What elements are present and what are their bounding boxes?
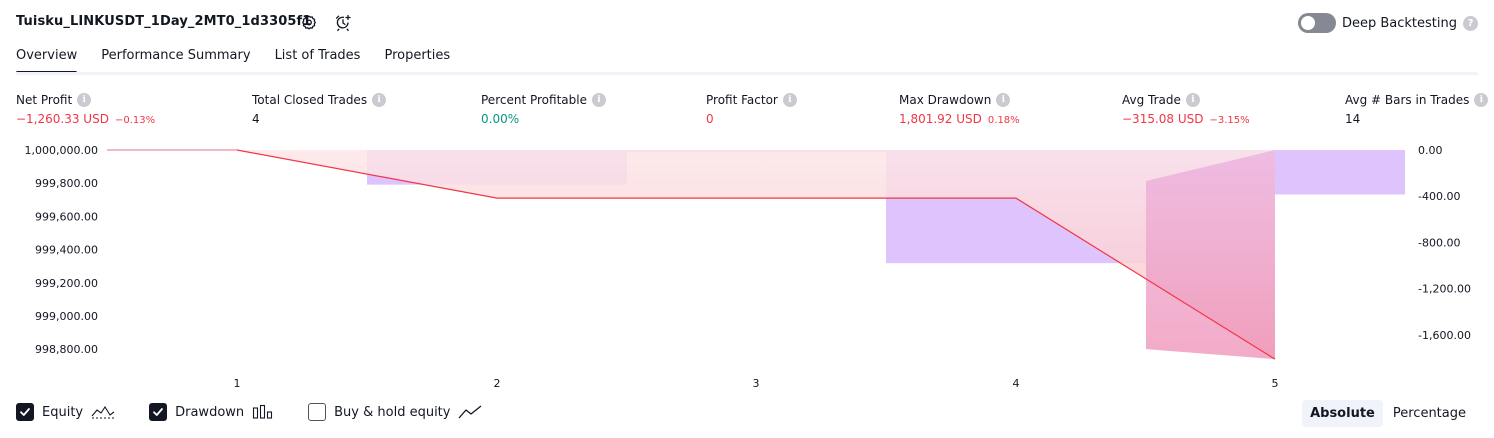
check-icon (20, 408, 30, 416)
settings-button[interactable] (299, 13, 319, 33)
metric-label: Total Closed Trades (252, 93, 368, 107)
strategy-title: Tuisku_LINKUSDT_1Day_2MT0_1d3305f1 (16, 14, 312, 29)
x-axis-tick-label: 1 (234, 377, 241, 390)
info-icon[interactable]: i (77, 93, 92, 107)
metric-total-closed-trades: Total Closed Trades i 4 (252, 93, 387, 126)
metric-percent-profitable: Percent Profitable i 0.00% (481, 93, 606, 126)
right-axis-tick-label: -1,200.00 (1418, 283, 1471, 296)
tabs-divider (16, 72, 1478, 75)
metric-avg-bars: Avg # Bars in Trades i 14 (1345, 93, 1489, 126)
chart-legend: Equity Drawdown Buy & hold equity (16, 403, 482, 421)
left-axis-tick-label: 999,400.00 (35, 244, 98, 257)
legend-label: Drawdown (175, 404, 245, 420)
info-icon[interactable]: i (782, 93, 797, 107)
percentage-button[interactable]: Percentage (1385, 400, 1474, 427)
metric-label: Avg # Bars in Trades (1345, 93, 1470, 107)
right-axis-tick-label: -400.00 (1418, 190, 1460, 203)
absolute-button[interactable]: Absolute (1302, 400, 1383, 427)
left-axis-tick-label: 999,000.00 (35, 310, 98, 323)
x-axis-tick-label: 3 (753, 377, 760, 390)
tab-performance-summary[interactable]: Performance Summary (101, 48, 250, 71)
metric-label: Net Profit (16, 93, 73, 107)
legend-label: Equity (42, 404, 84, 420)
info-icon[interactable]: i (1474, 93, 1489, 107)
metric-max-drawdown: Max Drawdown i 1,801.92 USD 0.18% (899, 93, 1020, 126)
left-axis-labels: 1,000,000.00 999,800.00 999,600.00 999,400.… (25, 144, 98, 356)
left-axis-tick-label: 1,000,000.00 (25, 144, 98, 157)
info-icon[interactable]: i (372, 93, 387, 107)
legend-equity[interactable]: Equity (16, 403, 115, 421)
metric-value: 14 (1345, 112, 1361, 126)
metric-value: 1,801.92 USD (899, 112, 982, 126)
check-icon (153, 408, 164, 416)
metric-sub: −0.13% (114, 115, 156, 126)
x-axis-tick-label: 5 (1272, 377, 1279, 390)
metric-value: 0 (706, 112, 714, 126)
right-axis-tick-label: -1,600.00 (1418, 329, 1471, 342)
right-axis-labels: 0.00 -400.00 -800.00 -1,200.00 -1,600.00 (1418, 144, 1471, 342)
gear-icon (302, 15, 316, 30)
deep-backtesting-control: Deep Backtesting ? (1297, 13, 1478, 33)
question-icon[interactable]: ? (1463, 15, 1478, 31)
right-axis-tick-label: 0.00 (1418, 144, 1443, 157)
checkbox-equity[interactable] (16, 403, 34, 421)
metric-avg-trade: Avg Trade i −315.08 USD −3.15% (1122, 93, 1250, 126)
metric-label: Profit Factor (706, 93, 778, 107)
metric-label: Max Drawdown (899, 93, 992, 107)
legend-buy-hold[interactable]: Buy & hold equity (308, 403, 482, 421)
legend-drawdown[interactable]: Drawdown (149, 403, 274, 421)
add-alert-button[interactable] (333, 13, 353, 33)
x-axis-labels: 1 2 3 4 5 (234, 377, 1279, 390)
x-axis-tick-label: 4 (1013, 377, 1020, 390)
deep-backtesting-toggle[interactable] (1297, 13, 1336, 33)
metric-sub: −3.15% (1209, 115, 1250, 126)
metric-sub: 0.18% (987, 115, 1020, 126)
metric-profit-factor: Profit Factor i 0 (706, 93, 797, 126)
tab-properties[interactable]: Properties (384, 48, 450, 71)
right-axis-tick-label: -800.00 (1418, 236, 1460, 249)
info-icon[interactable]: i (996, 93, 1011, 107)
checkbox-drawdown[interactable] (149, 403, 168, 421)
info-icon[interactable]: i (1185, 93, 1200, 107)
info-icon[interactable]: i (591, 93, 606, 107)
x-axis-tick-label: 2 (494, 377, 501, 390)
left-axis-tick-label: 999,800.00 (35, 177, 98, 190)
tab-list-of-trades[interactable]: List of Trades (275, 48, 361, 71)
alarm-clock-plus-icon (335, 14, 351, 32)
deep-backtesting-label: Deep Backtesting (1341, 15, 1457, 31)
left-axis-tick-label: 999,200.00 (35, 277, 98, 290)
metric-value: 0.00% (481, 112, 520, 126)
drawdown-bars-icon (253, 404, 273, 419)
strategy-tester-panel: Tuisku_LINKUSDT_1Day_2MT0_1d3305f1 Deep … (0, 0, 1494, 438)
left-axis-tick-label: 998,800.00 (35, 343, 98, 356)
legend-label: Buy & hold equity (334, 404, 451, 420)
equity-line-icon (91, 405, 115, 419)
drawdown-overlap (1146, 150, 1275, 360)
metric-value: 4 (252, 112, 260, 126)
metric-label: Percent Profitable (481, 93, 587, 107)
metric-net-profit: Net Profit i −1,260.33 USD −0.13% (16, 93, 155, 126)
tab-bar: Overview Performance Summary List of Tra… (16, 48, 450, 74)
metric-label: Avg Trade (1122, 93, 1181, 107)
checkbox-buy-hold[interactable] (308, 403, 327, 421)
buy-hold-line-icon (458, 405, 482, 419)
toggle-knob (1300, 16, 1315, 30)
left-axis-tick-label: 999,600.00 (35, 210, 98, 223)
equity-drawdown-chart[interactable]: 1,000,000.00 999,800.00 999,600.00 999,400.… (0, 138, 1494, 396)
scale-toggle: Absolute Percentage (1302, 400, 1474, 427)
metric-value: −315.08 USD (1122, 112, 1204, 126)
metric-value: −1,260.33 USD (16, 112, 109, 126)
tab-overview[interactable]: Overview (16, 48, 78, 74)
